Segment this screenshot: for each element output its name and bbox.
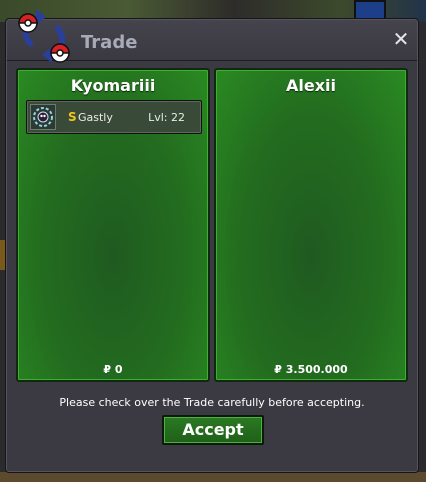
money-offer-right: ₽ 3.500.000: [274, 363, 348, 376]
window-title: Trade: [81, 32, 138, 53]
close-icon[interactable]: ✕: [391, 29, 411, 49]
pokemon-level: Lvl: 22: [148, 111, 185, 124]
player-name-right: Alexii: [285, 76, 336, 95]
offer-panel-right: Alexii ₽ 3.500.000: [214, 68, 408, 382]
gastly-icon: [30, 104, 56, 130]
trade-notice: Please check over the Trade carefully be…: [59, 396, 365, 409]
pokemon-name: Gastly: [78, 111, 113, 124]
money-offer-left: ₽ 0: [103, 363, 123, 376]
player-name-left: Kyomariii: [70, 76, 156, 95]
accept-button[interactable]: Accept: [162, 415, 264, 445]
trade-window: Trade ✕ Kyomariii S Gastly Lvl: 22 ₽ 0 A…: [5, 9, 419, 473]
offered-pokemon-slot[interactable]: S Gastly Lvl: 22: [26, 100, 202, 134]
shiny-badge: S: [68, 110, 77, 124]
offer-panel-left: Kyomariii S Gastly Lvl: 22 ₽ 0: [16, 68, 210, 382]
pokeball-swap-icon: [18, 9, 70, 63]
game-world-ground: [0, 472, 426, 482]
